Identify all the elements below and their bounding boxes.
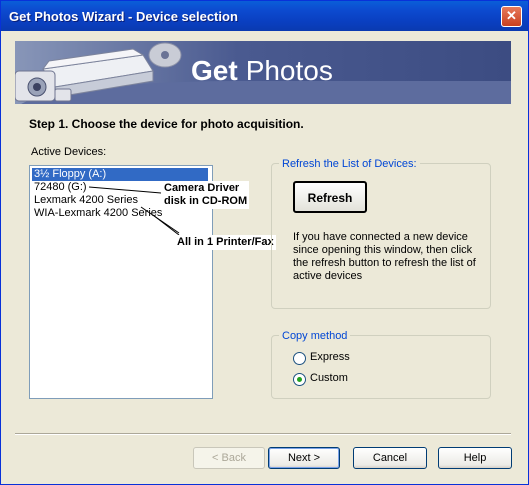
camera-driver-annotation: Camera Driver disk in CD-ROM — [162, 181, 250, 209]
cancel-button[interactable]: Cancel — [353, 447, 427, 469]
camera-annotation-line2: disk in CD-ROM — [164, 195, 248, 207]
back-button[interactable]: < Back — [193, 447, 265, 469]
express-label[interactable]: Express — [310, 351, 350, 363]
refresh-button[interactable]: Refresh — [293, 181, 367, 213]
custom-radio[interactable] — [293, 373, 306, 386]
copy-method-group — [271, 335, 491, 399]
next-button[interactable]: Next > — [268, 447, 340, 469]
custom-label[interactable]: Custom — [310, 372, 348, 384]
refresh-description: If you have connected a new device since… — [293, 231, 476, 282]
copy-method-label: Copy method — [279, 330, 351, 342]
help-button[interactable]: Help — [438, 447, 512, 469]
express-radio[interactable] — [293, 352, 306, 365]
footer-separator — [15, 433, 511, 435]
printer-annotation: All in 1 Printer/Fax — [175, 235, 276, 250]
wizard-window: Get Photos Wizard - Device selection ✕ G… — [0, 0, 529, 485]
refresh-group-label: Refresh the List of Devices: — [279, 158, 420, 170]
camera-annotation-line1: Camera Driver — [164, 182, 240, 194]
custom-radio-dot — [297, 377, 302, 382]
